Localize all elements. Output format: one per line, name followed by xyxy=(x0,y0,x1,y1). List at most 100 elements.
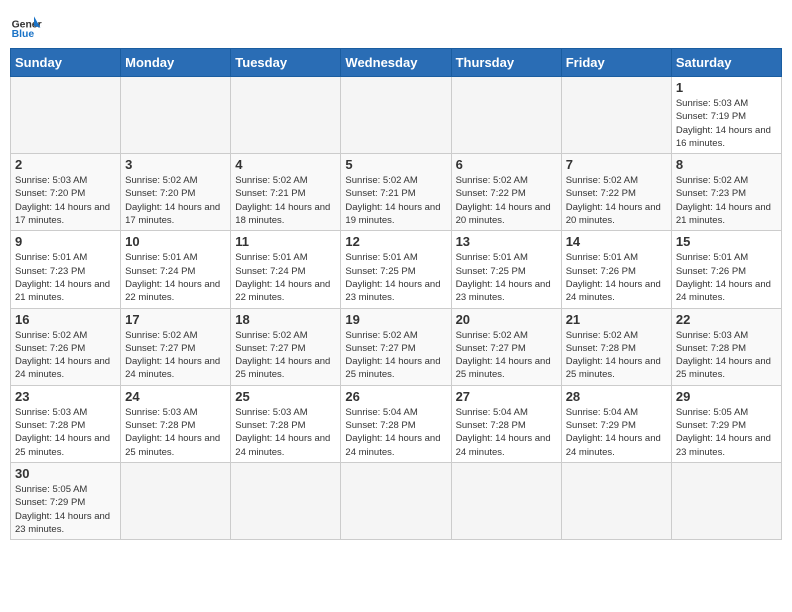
calendar-week-1: 1 Sunrise: 5:03 AM Sunset: 7:19 PM Daylig… xyxy=(11,77,782,154)
day-info: Sunrise: 5:03 AM Sunset: 7:28 PM Dayligh… xyxy=(15,406,116,459)
day-info: Sunrise: 5:02 AM Sunset: 7:27 PM Dayligh… xyxy=(125,329,226,382)
day-number: 16 xyxy=(15,312,116,327)
day-info: Sunrise: 5:02 AM Sunset: 7:20 PM Dayligh… xyxy=(125,174,226,227)
calendar-week-5: 23 Sunrise: 5:03 AM Sunset: 7:28 PM Dayli… xyxy=(11,385,782,462)
calendar-cell: 3 Sunrise: 5:02 AM Sunset: 7:20 PM Daylig… xyxy=(121,154,231,231)
column-header-monday: Monday xyxy=(121,49,231,77)
day-info: Sunrise: 5:01 AM Sunset: 7:26 PM Dayligh… xyxy=(566,251,667,304)
day-info: Sunrise: 5:02 AM Sunset: 7:28 PM Dayligh… xyxy=(566,329,667,382)
day-info: Sunrise: 5:03 AM Sunset: 7:19 PM Dayligh… xyxy=(676,97,777,150)
calendar-cell: 6 Sunrise: 5:02 AM Sunset: 7:22 PM Daylig… xyxy=(451,154,561,231)
day-info: Sunrise: 5:04 AM Sunset: 7:28 PM Dayligh… xyxy=(456,406,557,459)
calendar-header-row: SundayMondayTuesdayWednesdayThursdayFrid… xyxy=(11,49,782,77)
calendar-cell xyxy=(231,77,341,154)
svg-text:Blue: Blue xyxy=(12,29,35,40)
day-info: Sunrise: 5:02 AM Sunset: 7:27 PM Dayligh… xyxy=(456,329,557,382)
day-info: Sunrise: 5:03 AM Sunset: 7:28 PM Dayligh… xyxy=(676,329,777,382)
calendar-cell: 4 Sunrise: 5:02 AM Sunset: 7:21 PM Daylig… xyxy=(231,154,341,231)
logo-icon: General Blue xyxy=(10,10,42,42)
calendar-week-6: 30 Sunrise: 5:05 AM Sunset: 7:29 PM Dayli… xyxy=(11,462,782,539)
day-number: 1 xyxy=(676,80,777,95)
column-header-friday: Friday xyxy=(561,49,671,77)
calendar-cell: 29Sunrise: 5:05 AM Sunset: 7:29 PM Dayli… xyxy=(671,385,781,462)
day-number: 23 xyxy=(15,389,116,404)
calendar-cell: 1 Sunrise: 5:03 AM Sunset: 7:19 PM Daylig… xyxy=(671,77,781,154)
day-number: 9 xyxy=(15,234,116,249)
day-number: 20 xyxy=(456,312,557,327)
calendar-cell: 16 Sunrise: 5:02 AM Sunset: 7:26 PM Dayli… xyxy=(11,308,121,385)
calendar-cell: 11Sunrise: 5:01 AM Sunset: 7:24 PM Dayli… xyxy=(231,231,341,308)
day-number: 12 xyxy=(345,234,446,249)
calendar-cell: 30 Sunrise: 5:05 AM Sunset: 7:29 PM Dayli… xyxy=(11,462,121,539)
day-info: Sunrise: 5:02 AM Sunset: 7:22 PM Dayligh… xyxy=(456,174,557,227)
day-info: Sunrise: 5:02 AM Sunset: 7:26 PM Dayligh… xyxy=(15,329,116,382)
column-header-tuesday: Tuesday xyxy=(231,49,341,77)
calendar-cell: 15 Sunrise: 5:01 AM Sunset: 7:26 PM Dayli… xyxy=(671,231,781,308)
day-info: Sunrise: 5:01 AM Sunset: 7:25 PM Dayligh… xyxy=(345,251,446,304)
column-header-sunday: Sunday xyxy=(11,49,121,77)
calendar-cell xyxy=(11,77,121,154)
calendar-cell xyxy=(341,77,451,154)
calendar: SundayMondayTuesdayWednesdayThursdayFrid… xyxy=(10,48,782,540)
calendar-cell: 13 Sunrise: 5:01 AM Sunset: 7:25 PM Dayli… xyxy=(451,231,561,308)
column-header-saturday: Saturday xyxy=(671,49,781,77)
day-info: Sunrise: 5:01 AM Sunset: 7:26 PM Dayligh… xyxy=(676,251,777,304)
calendar-cell: 24Sunrise: 5:03 AM Sunset: 7:28 PM Dayli… xyxy=(121,385,231,462)
day-info: Sunrise: 5:03 AM Sunset: 7:28 PM Dayligh… xyxy=(235,406,336,459)
day-number: 10 xyxy=(125,234,226,249)
day-number: 8 xyxy=(676,157,777,172)
day-number: 18 xyxy=(235,312,336,327)
day-number: 30 xyxy=(15,466,116,481)
day-number: 14 xyxy=(566,234,667,249)
calendar-cell: 25Sunrise: 5:03 AM Sunset: 7:28 PM Dayli… xyxy=(231,385,341,462)
day-number: 4 xyxy=(235,157,336,172)
day-info: Sunrise: 5:02 AM Sunset: 7:27 PM Dayligh… xyxy=(345,329,446,382)
calendar-cell: 21 Sunrise: 5:02 AM Sunset: 7:28 PM Dayli… xyxy=(561,308,671,385)
calendar-cell xyxy=(121,462,231,539)
calendar-cell: 19 Sunrise: 5:02 AM Sunset: 7:27 PM Dayli… xyxy=(341,308,451,385)
day-info: Sunrise: 5:02 AM Sunset: 7:23 PM Dayligh… xyxy=(676,174,777,227)
day-number: 13 xyxy=(456,234,557,249)
day-number: 24 xyxy=(125,389,226,404)
day-info: Sunrise: 5:02 AM Sunset: 7:27 PM Dayligh… xyxy=(235,329,336,382)
calendar-cell: 14 Sunrise: 5:01 AM Sunset: 7:26 PM Dayli… xyxy=(561,231,671,308)
day-info: Sunrise: 5:05 AM Sunset: 7:29 PM Dayligh… xyxy=(15,483,116,536)
day-number: 27 xyxy=(456,389,557,404)
calendar-cell: 27 Sunrise: 5:04 AM Sunset: 7:28 PM Dayli… xyxy=(451,385,561,462)
day-number: 3 xyxy=(125,157,226,172)
calendar-cell: 20 Sunrise: 5:02 AM Sunset: 7:27 PM Dayli… xyxy=(451,308,561,385)
calendar-cell xyxy=(341,462,451,539)
calendar-cell: 10 Sunrise: 5:01 AM Sunset: 7:24 PM Dayli… xyxy=(121,231,231,308)
day-info: Sunrise: 5:01 AM Sunset: 7:24 PM Dayligh… xyxy=(125,251,226,304)
day-number: 6 xyxy=(456,157,557,172)
calendar-cell: 22Sunrise: 5:03 AM Sunset: 7:28 PM Dayli… xyxy=(671,308,781,385)
day-info: Sunrise: 5:02 AM Sunset: 7:21 PM Dayligh… xyxy=(235,174,336,227)
day-number: 7 xyxy=(566,157,667,172)
day-info: Sunrise: 5:04 AM Sunset: 7:29 PM Dayligh… xyxy=(566,406,667,459)
calendar-cell: 28Sunrise: 5:04 AM Sunset: 7:29 PM Dayli… xyxy=(561,385,671,462)
calendar-cell: 2Sunrise: 5:03 AM Sunset: 7:20 PM Daylig… xyxy=(11,154,121,231)
day-number: 17 xyxy=(125,312,226,327)
day-number: 29 xyxy=(676,389,777,404)
calendar-cell: 18 Sunrise: 5:02 AM Sunset: 7:27 PM Dayli… xyxy=(231,308,341,385)
calendar-cell: 17 Sunrise: 5:02 AM Sunset: 7:27 PM Dayli… xyxy=(121,308,231,385)
calendar-cell: 8 Sunrise: 5:02 AM Sunset: 7:23 PM Daylig… xyxy=(671,154,781,231)
calendar-cell xyxy=(451,462,561,539)
day-info: Sunrise: 5:01 AM Sunset: 7:25 PM Dayligh… xyxy=(456,251,557,304)
calendar-cell: 9Sunrise: 5:01 AM Sunset: 7:23 PM Daylig… xyxy=(11,231,121,308)
calendar-cell: 7Sunrise: 5:02 AM Sunset: 7:22 PM Daylig… xyxy=(561,154,671,231)
day-info: Sunrise: 5:03 AM Sunset: 7:20 PM Dayligh… xyxy=(15,174,116,227)
logo: General Blue xyxy=(10,10,42,42)
calendar-week-2: 2Sunrise: 5:03 AM Sunset: 7:20 PM Daylig… xyxy=(11,154,782,231)
day-info: Sunrise: 5:02 AM Sunset: 7:21 PM Dayligh… xyxy=(345,174,446,227)
calendar-cell xyxy=(451,77,561,154)
calendar-cell: 5Sunrise: 5:02 AM Sunset: 7:21 PM Daylig… xyxy=(341,154,451,231)
calendar-cell xyxy=(671,462,781,539)
day-number: 19 xyxy=(345,312,446,327)
day-number: 21 xyxy=(566,312,667,327)
column-header-thursday: Thursday xyxy=(451,49,561,77)
day-number: 11 xyxy=(235,234,336,249)
day-number: 15 xyxy=(676,234,777,249)
calendar-cell xyxy=(561,462,671,539)
day-info: Sunrise: 5:04 AM Sunset: 7:28 PM Dayligh… xyxy=(345,406,446,459)
